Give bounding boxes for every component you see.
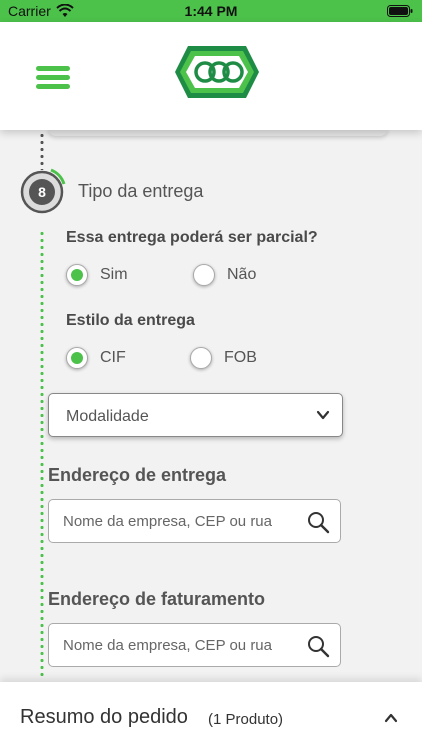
status-bar: Carrier 1:44 PM (0, 0, 422, 22)
step-number: 8 (38, 184, 46, 200)
radio-partial-sim[interactable]: Sim (66, 262, 128, 288)
order-summary-title: Resumo do pedido (20, 706, 188, 728)
radio-style-cif[interactable]: CIF (66, 345, 126, 371)
delivery-style-question: Estilo da entrega (66, 312, 195, 329)
delivery-address-search[interactable]: Nome da empresa, CEP ou rua (48, 499, 341, 543)
modalidade-select[interactable]: Modalidade (48, 393, 343, 437)
billing-address-title: Endereço de faturamento (48, 589, 266, 609)
delivery-address-title: Endereço de entrega (48, 465, 227, 485)
radio-unselected-icon (190, 347, 212, 369)
radio-label: FOB (224, 349, 257, 366)
radio-partial-nao[interactable]: Não (193, 262, 256, 288)
order-summary-bar[interactable]: Resumo do pedido (1 Produto) (0, 682, 422, 750)
app-header (0, 22, 422, 130)
search-icon[interactable] (306, 510, 330, 534)
radio-label: Não (227, 266, 257, 283)
chevron-up-icon[interactable] (384, 712, 398, 724)
section-title: Tipo da entrega (78, 181, 204, 201)
timeline-active (40, 230, 44, 680)
billing-address-search[interactable]: Nome da empresa, CEP ou rua (48, 623, 341, 667)
radio-unselected-icon (193, 264, 215, 286)
radio-label: CIF (100, 349, 126, 366)
modalidade-value: Modalidade (66, 408, 149, 425)
order-product-count: (1 Produto) (208, 711, 284, 728)
hamburger-icon[interactable] (36, 64, 72, 92)
radio-selected-icon (66, 347, 88, 369)
radio-selected-icon (66, 264, 88, 286)
delivery-address-placeholder: Nome da empresa, CEP ou rua (63, 513, 272, 530)
step-number-badge: 8 (20, 168, 66, 214)
brand-logo (175, 46, 259, 98)
partial-delivery-question: Essa entrega poderá ser parcial? (66, 229, 318, 246)
billing-address-placeholder: Nome da empresa, CEP ou rua (63, 637, 272, 654)
battery-icon (387, 5, 413, 17)
radio-style-fob[interactable]: FOB (190, 345, 257, 371)
search-icon[interactable] (306, 634, 330, 658)
clock: 1:44 PM (184, 3, 238, 19)
chevron-down-icon (316, 410, 330, 420)
radio-label: Sim (100, 266, 128, 283)
